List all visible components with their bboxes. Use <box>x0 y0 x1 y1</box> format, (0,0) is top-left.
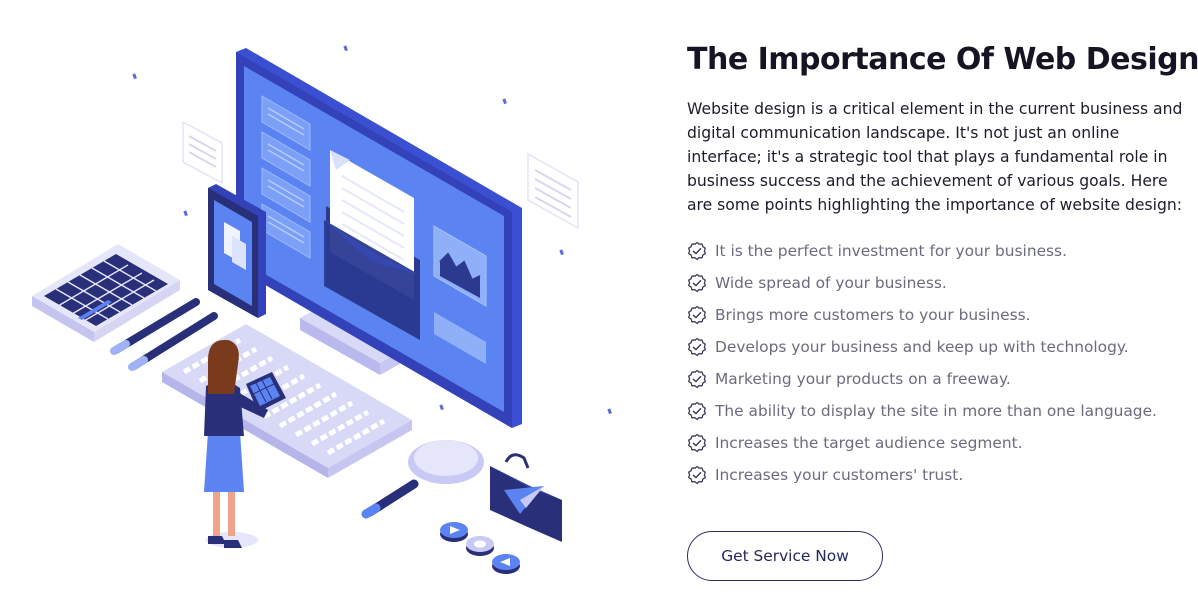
check-badge-icon <box>688 305 706 324</box>
check-badge-icon <box>688 241 706 260</box>
list-item: Brings more customers to your business. <box>687 299 1187 331</box>
intro-paragraph: Website design is a critical element in … <box>687 100 1183 214</box>
list-item: The ability to display the site in more … <box>687 395 1187 427</box>
content-column: The Importance Of Web Design Website des… <box>687 40 1198 491</box>
benefit-text: It is the perfect investment for your bu… <box>715 242 1067 260</box>
magnifier <box>361 440 484 519</box>
list-item: Increases the target audience segment. <box>687 427 1187 459</box>
check-badge-icon <box>688 465 706 484</box>
benefit-text: The ability to display the site in more … <box>715 402 1157 420</box>
briefcase <box>490 453 562 542</box>
check-badge-icon <box>688 401 706 420</box>
benefit-text: Wide spread of your business. <box>715 274 947 292</box>
get-service-now-button[interactable]: Get Service Now <box>687 531 883 581</box>
benefit-text: Brings more customers to your business. <box>715 306 1031 324</box>
check-badge-icon <box>688 273 706 292</box>
benefits-list: It is the perfect investment for your bu… <box>687 235 1187 491</box>
benefit-text: Marketing your products on a freeway. <box>715 370 1011 388</box>
check-badge-icon <box>688 337 706 356</box>
web-design-illustration <box>32 45 612 574</box>
benefit-text: Increases the target audience segment. <box>715 434 1023 452</box>
section-title: The Importance Of Web Design <box>687 42 1198 77</box>
web-design-section: The Importance Of Web Design Website des… <box>0 0 1198 615</box>
list-item: Increases your customers' trust. <box>687 459 1187 491</box>
check-badge-icon <box>688 369 706 388</box>
check-badge-icon <box>688 433 706 452</box>
list-item: Develops your business and keep up with … <box>687 331 1187 363</box>
benefit-text: Develops your business and keep up with … <box>715 338 1129 356</box>
media-buttons <box>440 522 520 574</box>
list-item: Wide spread of your business. <box>687 267 1187 299</box>
list-item: Marketing your products on a freeway. <box>687 363 1187 395</box>
floating-card-right <box>527 152 579 230</box>
benefit-text: Increases your customers' trust. <box>715 466 964 484</box>
list-item: It is the perfect investment for your bu… <box>687 235 1187 267</box>
floating-card-left <box>182 120 223 185</box>
